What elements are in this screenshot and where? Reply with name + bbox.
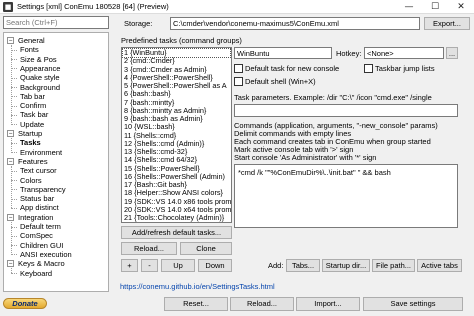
tree-item[interactable]: Quake style [20,73,60,82]
tree-item[interactable]: Update [20,120,44,129]
add-task-button[interactable]: + [121,259,138,272]
add-startup-dir-button[interactable]: Startup dir... [322,259,370,272]
commands-textarea[interactable]: *cmd /k ""%ConEmuDir%\..\init.bat" " && … [234,164,458,228]
tree-item[interactable]: General [18,36,45,45]
import-button[interactable]: Import... [296,297,360,311]
default-shell-checkbox[interactable] [234,77,243,86]
remove-task-button[interactable]: - [141,259,158,272]
tree-item[interactable]: Colors [20,176,42,185]
taskbar-jump-lists-label: Taskbar jump lists [375,64,435,73]
add-tabs-button[interactable]: Tabs... [286,259,320,272]
tree-connector [11,165,12,209]
tree-item[interactable]: Tab bar [20,92,45,101]
storage-path-field[interactable]: C:\cmder\vendor\conemu-maximus5\ConEmu.x… [170,17,420,30]
add-label: Add: [268,261,284,270]
tree-item[interactable]: Confirm [20,101,46,110]
tree-item[interactable]: Startup [18,129,42,138]
tree-item[interactable]: Fonts [20,45,39,54]
tasks-heading: Predefined tasks (command groups) [121,36,242,45]
tree-connector [11,268,12,274]
tree-connector [11,138,12,153]
task-name-field[interactable]: WinBuntu [234,47,332,59]
tree-expander-icon[interactable]: − [7,157,14,165]
tree-connector [11,221,12,255]
tree-item[interactable]: Integration [18,213,53,222]
tasks-list[interactable]: 1 {WinBuntu} 2 {cmd::Cmder} 3 {cmd::Cmder … [121,47,232,223]
tree-item[interactable]: Environment [20,148,62,157]
tree-item[interactable]: Size & Pos [20,55,57,64]
clone-task-button[interactable]: Clone [180,242,232,255]
add-file-path-button[interactable]: File path... [372,259,415,272]
storage-label: Storage: [124,19,153,28]
tree-item[interactable]: Status bar [20,194,54,203]
task-parameters-label: Task parameters. Example: /dir "C:\" /ic… [234,93,432,102]
add-active-tabs-button[interactable]: Active tabs [417,259,462,272]
hotkey-more-button[interactable]: ... [446,47,458,59]
tree-item[interactable]: Tasks [20,138,41,147]
search-input[interactable]: Search (Ctrl+F) [3,16,109,29]
export-button[interactable]: Export... [424,17,470,30]
hotkey-label: Hotkey: [336,49,362,58]
minimize-button[interactable]: — [396,0,422,14]
tree-item[interactable]: Default term [20,222,61,231]
tree-item[interactable]: App distinct [20,203,59,212]
default-shell-label: Default shell (Win+X) [245,77,316,86]
reload-tasks-button[interactable]: Reload... [121,242,177,255]
app-icon: ■ [3,2,13,12]
tree-item[interactable]: Keys & Macro [18,259,65,268]
save-settings-button[interactable]: Save settings [363,297,463,311]
move-down-button[interactable]: Down [198,259,232,272]
tree-expander-icon[interactable]: − [7,213,14,221]
taskbar-jump-lists-checkbox[interactable] [364,64,373,73]
commands-help-line: Start console 'As Administrator' with '*… [234,153,377,162]
help-link[interactable]: https://conemu.github.io/en/SettingsTask… [120,282,275,292]
tree-expander-icon[interactable]: − [7,260,14,268]
title-bar: ■ Settings [xml] ConEmu 180528 [64] (Pre… [0,0,474,14]
donate-button[interactable]: Donate [3,298,47,309]
move-up-button[interactable]: Up [161,259,195,272]
tree-item[interactable]: ANSI execution [20,250,72,259]
tree-item[interactable]: Appearance [20,64,60,73]
window-title: Settings [xml] ConEmu 180528 [64] (Previ… [17,2,169,11]
add-refresh-default-tasks-button[interactable]: Add/refresh default tasks... [121,226,232,239]
default-new-console-checkbox[interactable] [234,64,243,73]
tree-item[interactable]: Task bar [20,110,48,119]
tree-expander-icon[interactable]: − [7,130,14,137]
tree-item[interactable]: Transparency [20,185,66,194]
maximize-button[interactable]: ☐ [422,0,448,14]
tree-item[interactable]: Background [20,83,60,92]
tree-item[interactable]: Children GUI [20,241,63,250]
close-button[interactable]: ✕ [448,0,474,14]
default-new-console-label: Default task for new console [245,64,340,73]
tree-connector [11,45,12,125]
tree-item[interactable]: Features [18,157,48,166]
tree-item[interactable]: Text cursor [20,166,57,175]
tree-expander-icon[interactable]: − [7,37,14,44]
hotkey-field[interactable]: <None> [364,47,444,59]
reset-button[interactable]: Reset... [164,297,228,311]
tree-item[interactable]: Keyboard [20,269,52,278]
tree-item[interactable]: ComSpec [20,231,53,240]
settings-tree[interactable]: − General Fonts Size & Pos Appearance Quake s… [3,32,109,292]
task-list-item[interactable]: 21 {Tools::Chocolatey (Admin)} [124,213,224,222]
task-parameters-field[interactable] [234,104,458,117]
reload-settings-button[interactable]: Reload... [230,297,294,311]
